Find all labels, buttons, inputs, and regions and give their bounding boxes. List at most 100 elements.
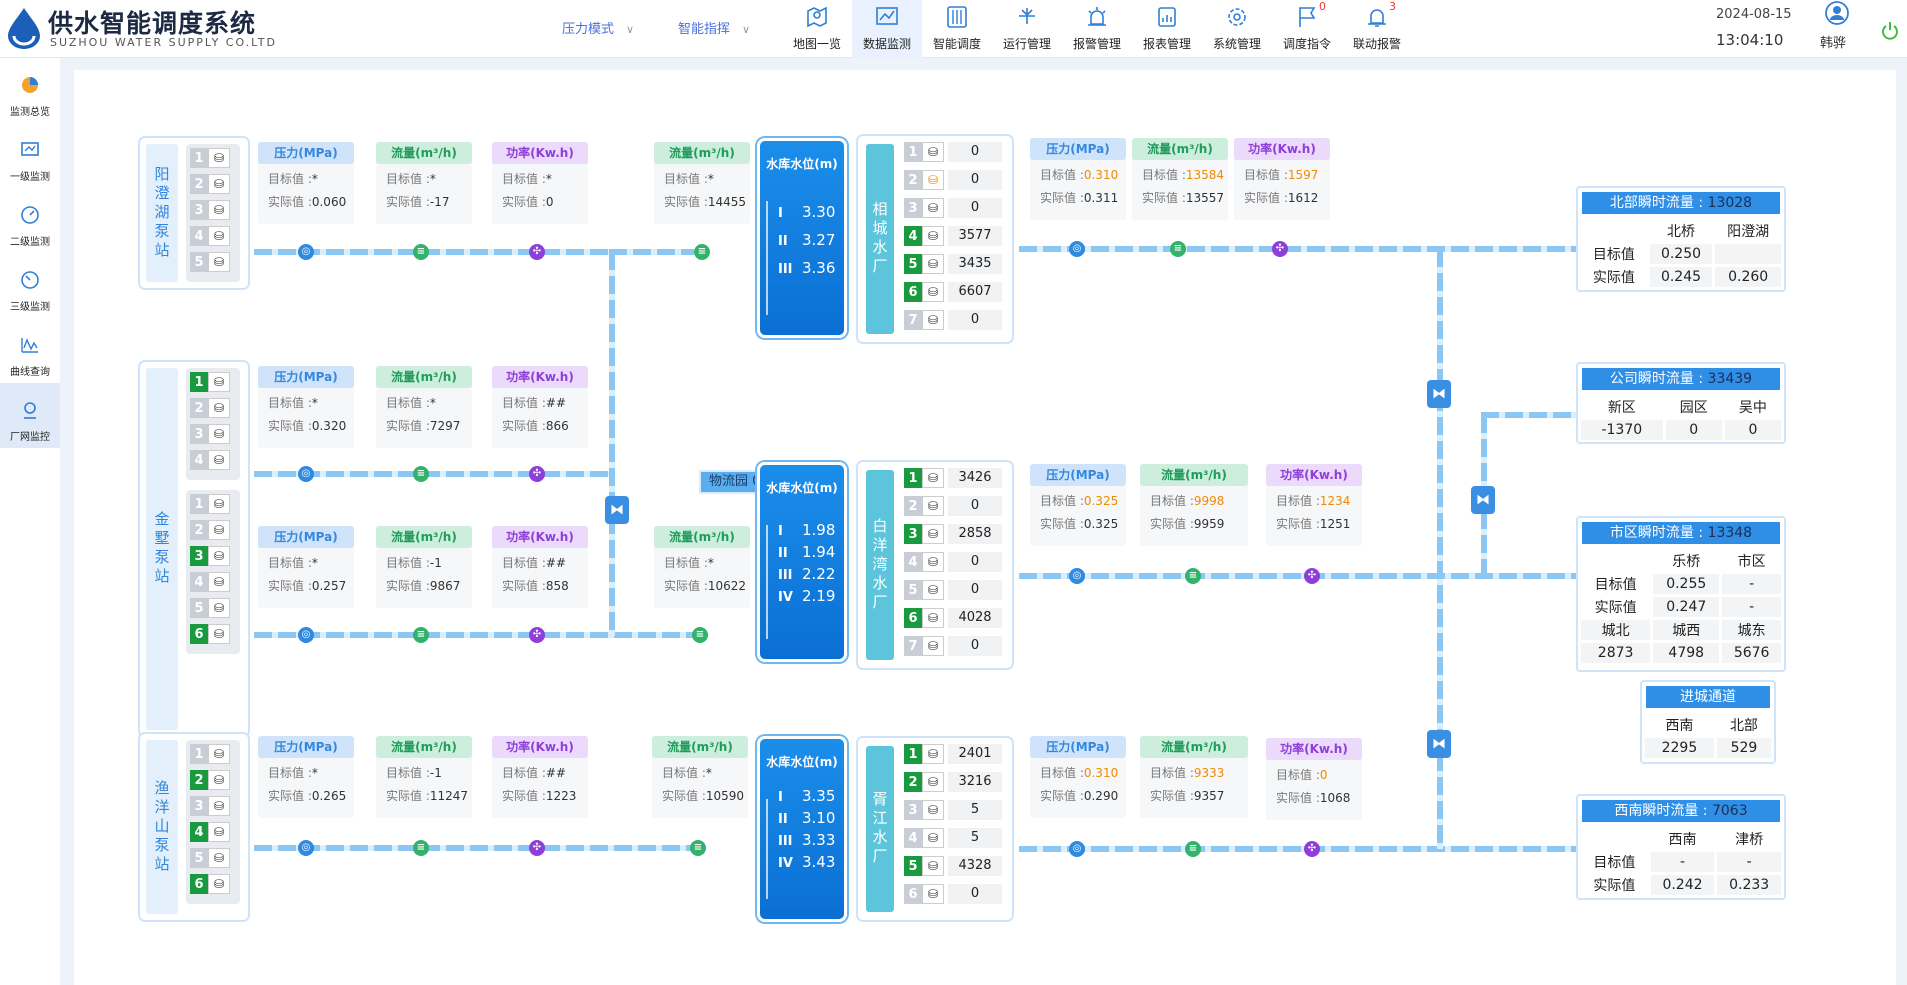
pump[interactable]: 6 ⛁ [190,874,230,894]
nav-alarm[interactable]: 报警管理 [1062,0,1132,58]
pump[interactable]: 5 ⛁ [190,598,230,618]
pump[interactable]: 2 ⛁ [190,398,230,418]
sidebar-item-overview[interactable]: 监测总览 [0,58,60,123]
valve-icon[interactable]: ⧓ [1471,486,1495,514]
pump-icon: ⛁ [922,524,944,544]
pie-chart-icon [22,77,38,93]
flow-card: 流量(m³/h) 目标值 :-1 实际值 :9867 [376,526,472,608]
pump[interactable]: 1 ⛁ [190,148,230,168]
nav-label: 地图一览 [792,37,841,51]
station-yangchenghu[interactable]: 阳澄湖泵站 1 ⛁ 2 ⛁ 3 ⛁ 4 ⛁ 5 ⛁ [138,136,250,290]
power-node-icon: ✣ [529,466,545,482]
pump-icon: ⛁ [922,254,944,274]
flow-card: 流量(m³/h) 目标值 :9333 实际值 :9357 [1140,736,1248,818]
sidebar-item-curve[interactable]: 曲线查询 [0,318,60,383]
pump[interactable]: 1 ⛁ [190,744,230,764]
pump[interactable]: 3 ⛁ [190,200,230,220]
sidebar-item-level3[interactable]: 三级监测 [0,253,60,318]
pump-icon: ⛁ [208,398,230,418]
user-name[interactable]: 韩骅 [1820,32,1846,51]
pump-icon: ⛁ [922,468,944,488]
nav-report[interactable]: 报表管理 [1132,0,1202,58]
pump[interactable]: 4 ⛁ [190,450,230,470]
flow-node-icon: ≡ [694,244,710,260]
pump[interactable]: 4 ⛁ [190,822,230,842]
command-mode-dropdown[interactable]: 智能指挥 ∨ [678,18,750,37]
pump[interactable]: 5 ⛁ [190,848,230,868]
sidebar: 监测总览 一级监测 二级监测 三级监测 曲线查询 厂网监控 [0,58,60,985]
reservoir-xujiang[interactable]: 水库水位(m) I 3.35 II 3.10 III 3.33 IV 3.43 [757,736,847,922]
pump[interactable]: 3 ⛁ [190,796,230,816]
pump[interactable]: 1 ⛁ [190,494,230,514]
pump-icon: ⛁ [208,148,230,168]
station-jinshu[interactable]: 金墅泵站 1 ⛁ 2 ⛁ 3 ⛁ 4 ⛁ 1 ⛁ 2 ⛁ 3 ⛁ 4 ⛁ 5 ⛁ 6 ⛁ [138,360,250,738]
pump[interactable]: 4 ⛁ [190,226,230,246]
plant-name: 白洋湾水厂 [866,470,894,660]
nav-map[interactable]: 地图一览 [782,0,852,58]
pipe [1019,846,1659,852]
pump-icon: ⛁ [208,450,230,470]
reservoir-baiyangwan[interactable]: 水库水位(m) I 1.98 II 1.94 III 2.22 IV 2.19 [757,462,847,662]
pipe [1019,573,1659,579]
pump[interactable]: 2 ⛁ [190,770,230,790]
nav-linked-alarm[interactable]: 3 联动报警 [1342,0,1412,58]
nav-smart-dispatch[interactable]: 智能调度 [922,0,992,58]
pump-icon: ⛁ [922,856,944,876]
flag-icon [1299,7,1316,27]
location-icon [24,402,36,419]
power-card: 功率(Kw.h) 目标值 :## 实际值 :858 [492,526,588,608]
pump-icon: ⛁ [922,636,944,656]
flow-node-icon: ≡ [1185,568,1201,584]
nav-data-monitor[interactable]: 数据监测 [852,0,922,58]
sidebar-item-plant-network[interactable]: 厂网监控 [0,383,60,448]
sidebar-label: 三级监测 [10,302,50,313]
plant-baiyangwan[interactable]: 白洋湾水厂 1 ⛁ 3426 2 ⛁ 0 3 ⛁ 2858 4 ⛁ 0 5 ⛁ 0 6 ⛁ 4028 7… [856,460,1014,670]
north-flow-table: 北部瞬时流量 : 13028 北桥 阳澄湖 目标值 0.250 实际值 0.245 0.… [1576,186,1786,292]
level-reading: II 3.10 [778,809,836,827]
sidebar-item-level1[interactable]: 一级监测 [0,123,60,188]
valve-icon[interactable]: ⧓ [605,496,629,524]
sidebar-label: 厂网监控 [10,432,50,443]
station-name: 阳澄湖泵站 [146,144,178,282]
pipe [254,845,694,851]
pressure-mode-dropdown[interactable]: 压力模式 ∨ [562,18,634,37]
pump-icon: ⛁ [922,580,944,600]
power-icon[interactable] [1880,20,1900,40]
nav-system[interactable]: 系统管理 [1202,0,1272,58]
plant-xujiang[interactable]: 胥江水厂 1 ⛁ 2401 2 ⛁ 3216 3 ⛁ 5 4 ⛁ 5 5 ⛁ 4328 6 ⛁ 0 [856,736,1014,922]
app-title: 供水智能调度系统 [48,9,257,38]
valve-icon[interactable]: ⧓ [1427,730,1451,758]
pump[interactable]: 6 ⛁ [190,624,230,644]
power-card: 功率(Kw.h) 目标值 :* 实际值 :0 [492,142,588,224]
flow-node-icon: ≡ [413,466,429,482]
pump-icon: ⛁ [922,282,944,302]
pressure-card: 压力(MPa) 目标值 :* 实际值 :0.320 [258,366,354,448]
pump-icon: ⛁ [208,744,230,764]
mode-label: 压力模式 [562,22,615,37]
nav-operation[interactable]: 运行管理 [992,0,1062,58]
command-badge: 0 [1319,0,1326,13]
pump[interactable]: 2 ⛁ [190,174,230,194]
sidebar-label: 监测总览 [10,107,50,118]
pump[interactable]: 4 ⛁ [190,572,230,592]
pump[interactable]: 1 ⛁ [190,372,230,392]
pump[interactable]: 2 ⛁ [190,520,230,540]
user-avatar-icon[interactable] [1822,0,1852,30]
pump[interactable]: 3 ⛁ [190,424,230,444]
current-time: 13:04:10 [1716,31,1784,49]
station-yuyangshan[interactable]: 渔洋山泵站 1 ⛁ 2 ⛁ 3 ⛁ 4 ⛁ 5 ⛁ 6 ⛁ [138,732,250,922]
reservoir-xiangcheng[interactable]: 水库水位(m) I 3.30 II 3.27 III 3.36 [757,138,847,338]
plant-network-panel: ⧓ ⧓ ⧓ ⧓ 物流园 0.3 阳澄湖泵站 1 ⛁ 2 ⛁ 3 ⛁ 4 ⛁ 5 ⛁ 压力(… [74,70,1896,985]
pressure-card: 压力(MPa) 目标值 :* 实际值 :0.060 [258,142,354,224]
pump[interactable]: 3 ⛁ [190,546,230,566]
level-reading: I 1.98 [778,521,836,539]
flow-node-icon: ≡ [692,627,708,643]
valve-icon[interactable]: ⧓ [1427,380,1451,408]
sidebar-item-level2[interactable]: 二级监测 [0,188,60,253]
pump[interactable]: 5 ⛁ [190,252,230,272]
reservoir-title: 水库水位(m) [766,481,838,495]
nav-dispatch-command[interactable]: 0 调度指令 [1272,0,1342,58]
pressure-node-icon: ◎ [298,627,314,643]
plant-xiangcheng[interactable]: 相城水厂 1 ⛁ 0 2 ⛁ 0 3 ⛁ 0 4 ⛁ 3577 5 ⛁ 3435 6 ⛁ 6607 7 ⛁… [856,134,1014,344]
pump-group: 1 ⛁ 2 ⛁ 3 ⛁ 4 ⛁ 5 ⛁ [186,144,240,282]
